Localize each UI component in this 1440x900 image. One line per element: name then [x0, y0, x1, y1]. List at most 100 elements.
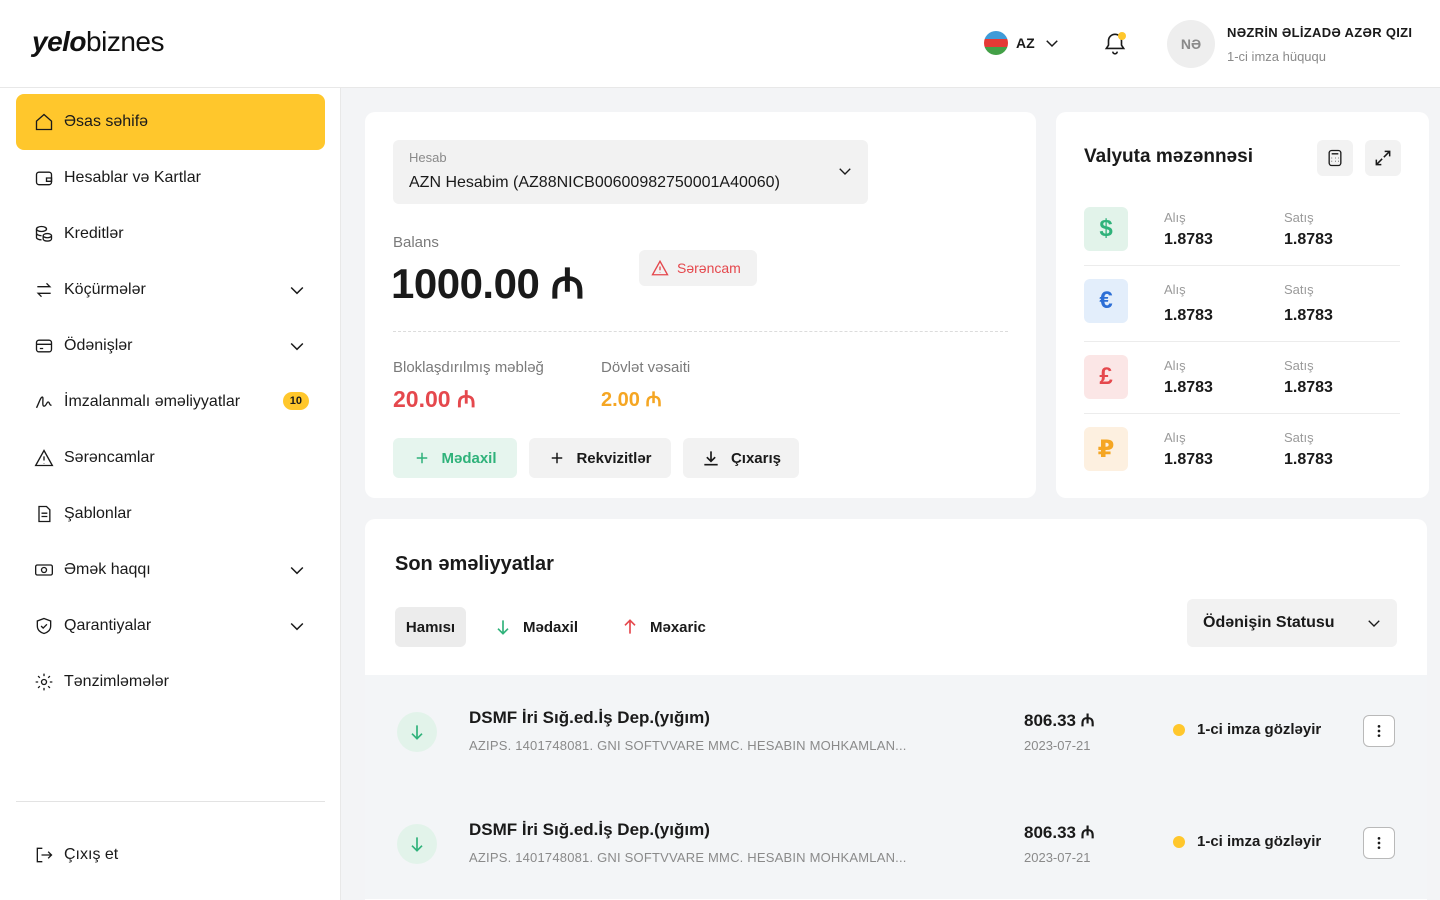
- shield-icon: [34, 616, 54, 636]
- row-actions-button[interactable]: [1363, 715, 1395, 747]
- sidebar-item-home[interactable]: Əsas səhifə: [16, 94, 325, 150]
- incoming-icon: [397, 712, 437, 752]
- sidebar-item-orders[interactable]: Sərəncamlar: [16, 430, 325, 486]
- transaction-status-label: 1-ci imza gözləyir: [1197, 833, 1322, 850]
- warning-icon: [651, 259, 669, 276]
- sidebar-item-credits[interactable]: Kreditlər: [16, 206, 325, 262]
- sidebar-item-payments[interactable]: Ödənişlər: [16, 318, 325, 374]
- card-icon: [34, 336, 54, 356]
- sidebar-item-salary[interactable]: Əmək haqqı: [16, 542, 325, 598]
- sidebar: Əsas səhifə Hesablar və Kartlar Kreditlə…: [0, 88, 341, 900]
- chevron-down-icon: [290, 286, 304, 295]
- signature-icon: [34, 392, 54, 412]
- sidebar-item-label: Qarantiyalar: [64, 617, 152, 634]
- logout-button[interactable]: Çıxış et: [16, 827, 325, 883]
- chevron-down-icon: [839, 168, 851, 175]
- table-row[interactable]: DSMF İri Sığ.ed.İş Dep.(yığım) AZIPS. 14…: [365, 787, 1427, 899]
- sidebar-item-label: Tənzimləmələr: [64, 673, 169, 690]
- user-name[interactable]: NƏZRİN ƏLİZADƏ AZƏR QIZI: [1227, 25, 1412, 40]
- transaction-date: 2023-07-21: [1024, 738, 1091, 753]
- sidebar-item-guarantees[interactable]: Qarantiyalar: [16, 598, 325, 654]
- sidebar-item-label: Kreditlər: [64, 225, 124, 242]
- currency-separator: [1084, 413, 1400, 414]
- blocked-amount-label: Bloklaşdırılmış məbləğ: [393, 359, 544, 376]
- transaction-status: 1-ci imza gözləyir: [1173, 721, 1321, 738]
- transaction-description: AZIPS. 1401748081. GNI SOFTVVARE MMC. HE…: [469, 850, 907, 865]
- table-row[interactable]: DSMF İri Sığ.ed.İş Dep.(yığım) AZIPS. 14…: [365, 675, 1427, 787]
- status-dot: [1173, 723, 1185, 736]
- dollar-icon: $: [1084, 207, 1128, 251]
- logout-icon: [34, 845, 54, 865]
- currency-row-rub: ₽ Alış 1.8783 Satış 1.8783: [1084, 427, 1400, 499]
- transaction-amount: 806.33 ₼: [1024, 823, 1095, 842]
- plus-icon: [417, 452, 428, 464]
- state-funds-value: 2.00 ₼: [601, 389, 662, 411]
- sidebar-item-signatures[interactable]: İmzalanmalı əməliyyatlar 10: [16, 374, 325, 430]
- more-vertical-icon: [1377, 837, 1381, 849]
- sell-rate: 1.8783: [1284, 379, 1333, 396]
- currency-title: Valyuta məzənnəsi: [1084, 146, 1253, 167]
- sell-label: Satış: [1284, 282, 1314, 297]
- arrow-up-icon: [624, 619, 636, 634]
- sidebar-item-settings[interactable]: Tənzimləmələr: [16, 654, 325, 710]
- currency-row-gbp: £ Alış 1.8783 Satış 1.8783: [1084, 355, 1400, 427]
- notification-button[interactable]: [1102, 30, 1128, 56]
- sidebar-item-label: İmzalanmalı əməliyyatlar: [64, 393, 241, 410]
- buy-label: Alış: [1164, 430, 1186, 445]
- sidebar-item-accounts[interactable]: Hesablar və Kartlar: [16, 150, 325, 206]
- order-chip-label: Sərəncam: [677, 260, 741, 276]
- calculator-icon: [1328, 149, 1342, 167]
- top-header: yelobiznes AZ NƏ NƏZRİN ƏLİZADƏ AZƏR QIZ…: [0, 0, 1440, 88]
- calculator-button[interactable]: [1317, 140, 1353, 176]
- requisites-button[interactable]: Rekvizitlər: [529, 438, 671, 478]
- sell-label: Satış: [1284, 358, 1314, 373]
- avatar[interactable]: NƏ: [1167, 20, 1215, 68]
- language-label: AZ: [1016, 35, 1035, 51]
- filter-income-label: Mədaxil: [523, 618, 579, 636]
- sidebar-item-label: Sərəncamlar: [64, 449, 155, 466]
- transactions-title: Son əməliyyatlar: [395, 553, 554, 575]
- language-selector[interactable]: AZ: [984, 31, 1061, 55]
- sell-rate: 1.8783: [1284, 307, 1333, 324]
- document-icon: [34, 504, 54, 524]
- order-chip[interactable]: Sərəncam: [639, 250, 757, 286]
- coins-icon: [34, 224, 54, 244]
- transaction-name: DSMF İri Sığ.ed.İş Dep.(yığım): [469, 820, 710, 839]
- payment-status-dropdown[interactable]: Ödənişin Statusu: [1187, 599, 1397, 647]
- transaction-name: DSMF İri Sığ.ed.İş Dep.(yığım): [469, 708, 710, 727]
- chevron-down-icon: [290, 566, 304, 575]
- transaction-amount: 806.33 ₼: [1024, 711, 1095, 730]
- account-select-label: Hesab: [409, 150, 447, 165]
- currency-separator: [1084, 265, 1400, 266]
- transactions-card: Son əməliyyatlar Hamısı Mədaxil Məxaric …: [365, 519, 1427, 900]
- sell-label: Satış: [1284, 210, 1314, 225]
- filter-income[interactable]: Mədaxil: [493, 607, 578, 647]
- blocked-amount-value: 20.00 ₼: [393, 386, 476, 412]
- filter-outgoing-label: Məxaric: [650, 618, 706, 636]
- account-select-value: AZN Hesabim (AZ88NICB00600982750001A4006…: [409, 174, 780, 191]
- more-vertical-icon: [1377, 725, 1381, 737]
- expand-button[interactable]: [1365, 140, 1401, 176]
- currency-card: Valyuta məzənnəsi $ Alış 1.8783 Satış 1.…: [1056, 112, 1429, 498]
- logo-bold-text: yelo: [32, 26, 87, 57]
- filter-outgoing[interactable]: Məxaric: [620, 607, 706, 647]
- sidebar-item-transfers[interactable]: Köçürmələr: [16, 262, 325, 318]
- warning-icon: [34, 448, 54, 468]
- status-dot: [1173, 835, 1185, 848]
- sidebar-item-label: Əsas səhifə: [64, 113, 149, 130]
- plus-icon: [552, 452, 563, 464]
- filter-all[interactable]: Hamısı: [395, 607, 466, 647]
- azerbaijan-flag-icon: [984, 31, 1008, 55]
- balance-value: 1000.00 ₼: [391, 260, 585, 307]
- logo[interactable]: yelobiznes: [32, 26, 164, 58]
- statement-button[interactable]: Çıxarış: [683, 438, 799, 478]
- card-divider: [393, 331, 1008, 332]
- buy-rate: 1.8783: [1164, 231, 1213, 248]
- filter-all-label: Hamısı: [405, 618, 456, 636]
- income-button[interactable]: Mədaxil: [393, 438, 517, 478]
- sidebar-item-templates[interactable]: Şablonlar: [16, 486, 325, 542]
- row-actions-button[interactable]: [1363, 827, 1395, 859]
- sidebar-divider: [16, 801, 325, 802]
- sell-label: Satış: [1284, 430, 1314, 445]
- account-select[interactable]: Hesab AZN Hesabim (AZ88NICB0060098275000…: [393, 140, 868, 204]
